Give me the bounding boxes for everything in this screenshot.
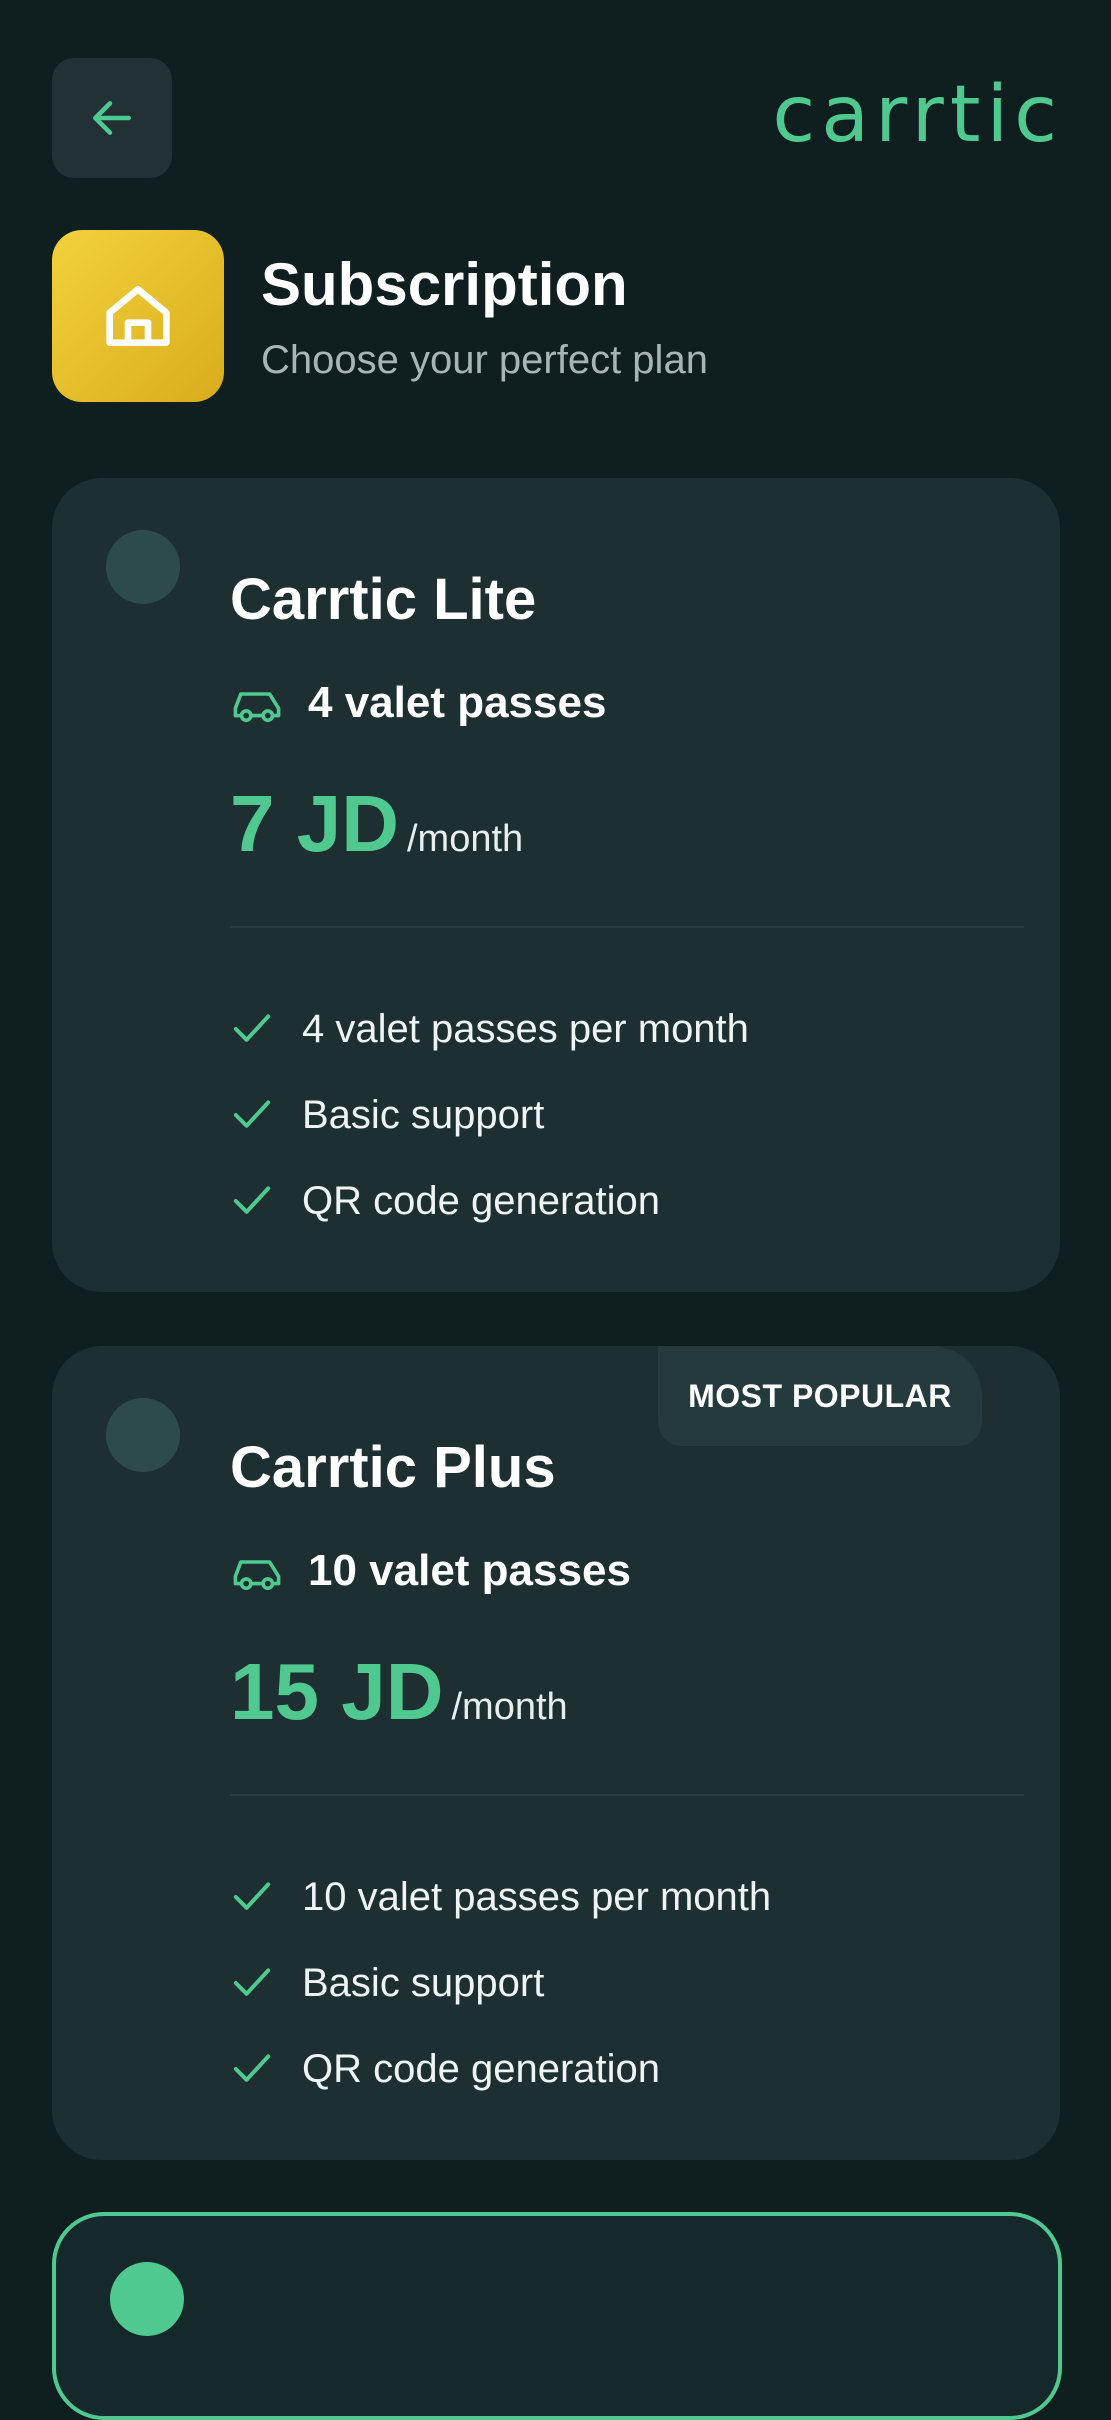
top-bar: carrtic [0, 0, 1111, 200]
price-row: 15 JD /month [230, 1646, 568, 1738]
car-icon [233, 1560, 281, 1591]
feature-item: 10 valet passes per month [230, 1854, 771, 1940]
plan-card-plus[interactable]: MOST POPULAR Carrtic Plus 10 valet passe… [52, 1346, 1060, 2160]
check-icon [233, 1968, 271, 1996]
check-icon [233, 1882, 271, 1910]
check-icon [233, 2054, 271, 2082]
divider [230, 926, 1024, 928]
feature-item: QR code generation [230, 2026, 771, 2112]
feature-text: Basic support [302, 1960, 545, 2005]
house-icon [106, 286, 170, 346]
price-period: /month [451, 1686, 568, 1728]
divider [230, 1794, 1024, 1796]
car-icon [233, 692, 281, 723]
passes-row: 4 valet passes [230, 678, 606, 728]
feature-list: 10 valet passes per month Basic support … [230, 1854, 771, 2112]
check-icon [233, 1100, 271, 1128]
feature-text: QR code generation [302, 2046, 661, 2091]
price-amount: 7 JD [230, 779, 399, 868]
carrtic-logo: carrtic [772, 70, 1063, 160]
most-popular-badge: MOST POPULAR [658, 1346, 982, 1446]
house-badge [52, 230, 224, 402]
page-header: Subscription Choose your perfect plan [52, 230, 1062, 402]
plan-radio[interactable] [106, 530, 180, 604]
price-period: /month [406, 818, 524, 860]
feature-text: Basic support [302, 1092, 545, 1137]
feature-item: Basic support [230, 1940, 771, 2026]
feature-text: 10 valet passes per month [302, 1874, 772, 1919]
plan-name: Carrtic Lite [230, 567, 537, 632]
plan-radio[interactable] [106, 1398, 180, 1472]
check-icon [233, 1014, 271, 1042]
feature-text: QR code generation [302, 1178, 661, 1223]
feature-list: 4 valet passes per month Basic support Q… [230, 986, 749, 1244]
check-icon [233, 1186, 271, 1214]
feature-item: QR code generation [230, 1158, 749, 1244]
page-title: Subscription [261, 251, 628, 318]
plan-card-lite[interactable]: Carrtic Lite 4 valet passes 7 JD /month … [52, 478, 1060, 1292]
feature-item: Basic support [230, 1072, 749, 1158]
passes-row: 10 valet passes [230, 1546, 631, 1596]
price-row: 7 JD /month [230, 778, 523, 870]
plan-card-selected[interactable] [52, 2212, 1062, 2420]
price-amount: 15 JD [230, 1647, 444, 1736]
plan-name: Carrtic Plus [230, 1435, 556, 1500]
plan-radio-selected[interactable] [110, 2262, 184, 2336]
feature-item: 4 valet passes per month [230, 986, 749, 1072]
passes-label: 10 valet passes [308, 1546, 631, 1595]
arrow-left-icon [93, 101, 131, 135]
feature-text: 4 valet passes per month [302, 1006, 749, 1051]
passes-label: 4 valet passes [308, 678, 607, 727]
page-subtitle: Choose your perfect plan [261, 338, 708, 382]
back-button[interactable] [52, 58, 172, 178]
